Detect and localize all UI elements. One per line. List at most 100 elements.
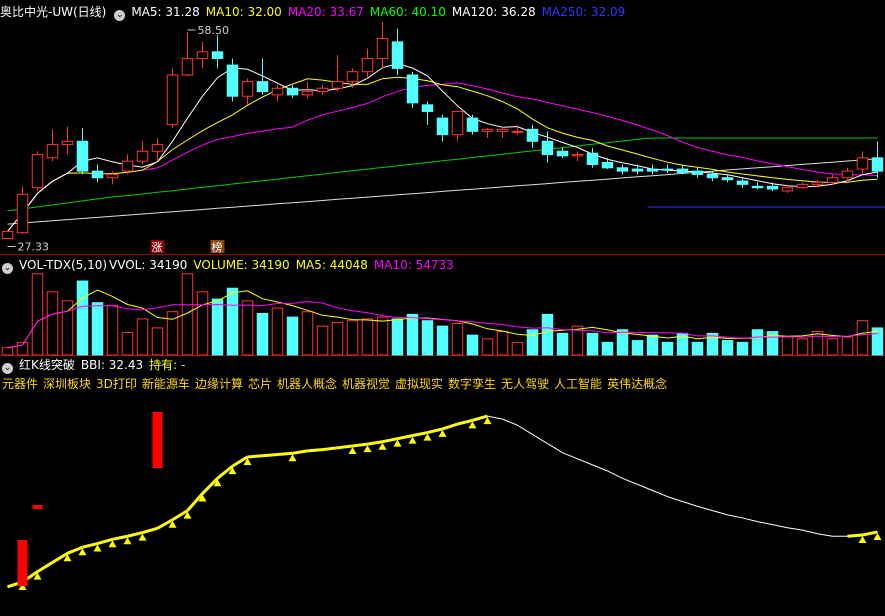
candle-body: [316, 87, 329, 93]
volume-bar: [481, 338, 494, 356]
bbi-line-segment: [712, 510, 728, 516]
buy-triangle: [348, 446, 357, 454]
volume-bar: [76, 280, 89, 356]
candle-body: [736, 180, 749, 185]
buy-triangle: [363, 445, 372, 453]
candle-body: [796, 183, 809, 189]
bbi-line-segment: [817, 533, 833, 537]
bbi-line-segment: [337, 444, 353, 450]
buy-triangle: [288, 454, 297, 462]
candle-body: [241, 81, 254, 97]
bbi-line-segment: [637, 483, 653, 491]
bbi-line-segment: [442, 422, 458, 431]
candle-body: [391, 41, 404, 69]
candle-body: [121, 160, 134, 172]
volume-bar: [586, 332, 599, 356]
candle-body: [421, 104, 434, 112]
bbi-line-segment: [667, 496, 683, 502]
bbi-line-segment: [652, 490, 668, 498]
ma5-line: [7, 63, 878, 232]
bbi-line-segment: [247, 454, 263, 459]
candle-body: [271, 87, 284, 96]
bbi-line-segment: [367, 440, 383, 446]
candle-body: [46, 144, 59, 159]
candle-body: [226, 64, 239, 97]
bbi-line-segment: [322, 446, 338, 452]
bbi-line-segment: [427, 427, 443, 435]
volume-bar: [136, 318, 149, 356]
signal-bar: [17, 540, 28, 586]
candle-body: [856, 157, 869, 170]
bbi-line-segment: [502, 418, 518, 426]
volume-bar: [751, 329, 764, 356]
candle-body: [61, 140, 74, 146]
candle-body: [346, 71, 359, 83]
candle-body: [286, 87, 299, 96]
volume-bar: [466, 334, 479, 356]
bbi-line-segment: [607, 470, 623, 479]
candle-body: [151, 144, 164, 152]
candle-body: [631, 168, 644, 172]
candle-body: [331, 81, 344, 89]
stock-chart[interactable]: 58.50 27.33 涨 榜: [0, 0, 885, 616]
candle-body: [406, 74, 419, 104]
volume-bar: [226, 287, 239, 356]
buy-triangle: [378, 442, 387, 450]
bbi-line-segment: [127, 531, 143, 538]
volume-bar: [91, 302, 104, 356]
volume-bar: [331, 322, 344, 356]
candle-body: [1, 230, 14, 239]
bbi-line-segment: [532, 433, 548, 444]
volume-bar: [31, 273, 44, 356]
volume-bar: [391, 318, 404, 356]
bbi-line-segment: [577, 458, 593, 466]
bbi-line-segment: [862, 530, 878, 537]
candle-body: [766, 185, 779, 190]
candle-body: [136, 150, 149, 162]
volume-bar: [511, 341, 524, 356]
candle-body: [556, 150, 569, 157]
candle-body: [31, 154, 44, 189]
bbi-line-segment: [622, 477, 638, 485]
candle-body: [91, 170, 104, 179]
volume-bar: [781, 336, 794, 356]
ma120-line: [7, 158, 878, 225]
candle-body: [841, 170, 854, 179]
bbi-line-segment: [592, 464, 608, 472]
volume-bar: [46, 291, 59, 356]
low-label: 27.33: [18, 240, 50, 253]
candle-body: [451, 110, 464, 136]
volume-bar: [151, 327, 164, 356]
bbi-line-segment: [727, 514, 743, 519]
volume-bar: [496, 331, 509, 356]
volume-bar: [406, 313, 419, 356]
volume-bar: [526, 329, 539, 356]
candle-body: [646, 168, 659, 172]
volume-bar: [346, 320, 359, 356]
candle-body: [691, 170, 704, 175]
candle-body: [616, 167, 629, 172]
bbi-line-segment: [562, 452, 578, 460]
bbi-line-segment: [697, 505, 713, 512]
candle-body: [106, 173, 119, 179]
candle-body: [601, 161, 614, 169]
bbi-line-segment: [457, 418, 473, 426]
candle-body: [466, 117, 479, 132]
volume-bar: [826, 338, 839, 356]
candle-body: [511, 130, 524, 133]
buy-triangle: [858, 536, 867, 544]
volume-bar: [61, 300, 74, 356]
candle-body: [376, 38, 389, 59]
volume-bar: [376, 316, 389, 356]
volume-bar: [361, 318, 374, 356]
high-label: 58.50: [198, 24, 230, 37]
bbi-line-segment: [397, 434, 413, 441]
volume-bar: [811, 331, 824, 356]
volume-bar: [601, 341, 614, 356]
volume-bar: [646, 334, 659, 356]
volume-bar: [856, 320, 869, 356]
candle-body: [676, 168, 689, 173]
volume-bar: [196, 291, 209, 356]
bbi-line-segment: [772, 524, 788, 529]
volume-bar: [241, 300, 254, 356]
